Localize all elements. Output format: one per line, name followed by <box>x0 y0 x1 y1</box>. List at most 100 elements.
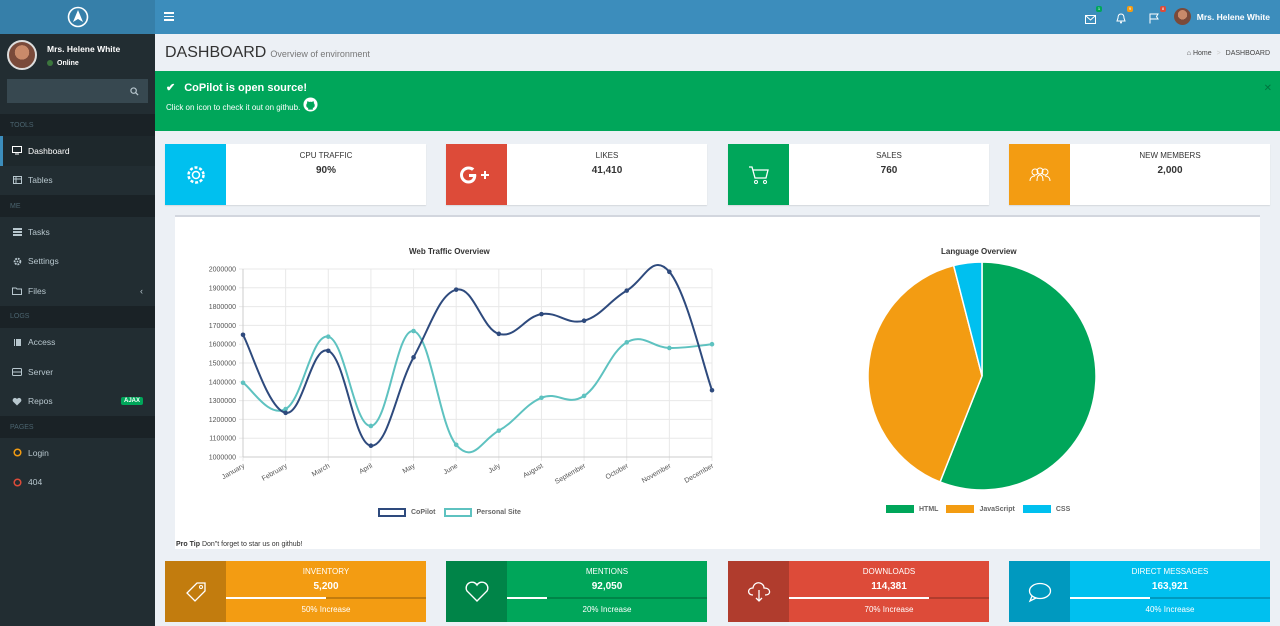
stat-box-description: 70% Increase <box>864 605 914 614</box>
page-subtitle: Overview of environment <box>270 49 370 59</box>
legend-swatch <box>443 508 472 517</box>
sidebar-item-login[interactable]: Login <box>0 438 155 468</box>
x-tick-label: October <box>605 462 631 481</box>
sidebar-item-dashboard[interactable]: Dashboard <box>0 136 155 166</box>
progress-fill <box>1070 597 1150 599</box>
server-icon <box>12 367 22 377</box>
progress-bar <box>226 597 426 599</box>
stat-box-title: MENTIONS <box>585 567 629 576</box>
chevron-left-icon[interactable]: ‹ <box>140 286 143 296</box>
legend-label: JavaScript <box>979 505 1015 513</box>
x-tick-label: September <box>554 462 588 486</box>
y-tick-label: 1100000 <box>209 436 236 443</box>
stat-box-title: INVENTORY <box>302 567 350 576</box>
gear-icon <box>165 144 226 205</box>
x-tick-label: November <box>641 462 673 485</box>
sidebar-item-server[interactable]: Server <box>0 357 155 387</box>
search-icon[interactable] <box>130 86 139 96</box>
x-tick-label: June <box>443 463 460 477</box>
sidebar: Mrs. Helene White Online TOOLS Dashboard… <box>0 0 155 626</box>
data-point <box>581 393 587 399</box>
sidebar-item-label: Tasks <box>28 226 50 237</box>
user-status: Online <box>47 60 120 67</box>
data-point <box>667 269 672 275</box>
sidebar-item-label: Access <box>28 337 56 348</box>
stat-box-description: 50% Increase <box>301 605 351 614</box>
sidebar-heading-tools: TOOLS <box>0 114 155 136</box>
tag-icon <box>165 561 226 622</box>
google-plus-icon <box>446 144 507 205</box>
messages-icon[interactable]: 1 <box>1085 6 1102 24</box>
y-tick-label: 1600000 <box>209 342 236 349</box>
pro-tip-text: Don"t forget to star us on github! <box>201 541 303 548</box>
ajax-badge: AJAX <box>120 397 143 406</box>
table-icon <box>12 175 22 185</box>
stat-box-inventory: INVENTORY 5,200 50% Increase <box>165 561 426 622</box>
breadcrumb: ⌂ Home > DASHBOARD <box>1187 50 1270 57</box>
data-point <box>581 318 587 323</box>
language-pie-chart <box>867 261 1097 491</box>
sidebar-item-label: Repos <box>28 396 53 407</box>
charts-panel: Web Traffic Overview 2000000 1900000 18000… <box>175 215 1260 549</box>
y-tick-label: 1400000 <box>209 379 236 386</box>
breadcrumb-home-link[interactable]: Home <box>1193 50 1212 57</box>
legend-label: CSS <box>1055 505 1071 513</box>
data-point <box>539 395 544 401</box>
y-tick-label: 1200000 <box>209 417 236 424</box>
bell-icon[interactable]: 9 <box>1116 6 1133 24</box>
data-point <box>453 442 459 448</box>
flag-icon[interactable]: 8 <box>1149 6 1166 24</box>
user-status-label: Online <box>57 59 79 67</box>
user-menu[interactable]: Mrs. Helene White <box>1173 8 1270 25</box>
info-box-value: 90% <box>315 165 336 176</box>
stat-box-description: 20% Increase <box>582 605 632 614</box>
home-icon: ⌂ <box>1186 50 1192 57</box>
stat-box-mentions: MENTIONS 92,050 20% Increase <box>446 561 707 622</box>
data-point <box>240 380 246 386</box>
messages-badge: 1 <box>1096 6 1102 12</box>
data-point <box>496 331 502 337</box>
data-point <box>325 334 331 339</box>
x-tick-label: August <box>522 463 544 480</box>
web-traffic-line-chart: 2000000 1900000 1800000 1700000 1600000 15000… <box>209 264 716 486</box>
x-tick-label: May <box>402 462 417 475</box>
stat-box-value: 92,050 <box>591 581 623 592</box>
close-icon[interactable]: ✕ <box>1264 83 1272 94</box>
stat-box-direct-messages: DIRECT MESSAGES 163,921 40% Increase <box>1009 561 1270 622</box>
github-icon[interactable] <box>303 97 318 112</box>
sidebar-item-settings[interactable]: Settings <box>0 247 155 277</box>
y-tick-label: 1000000 <box>209 455 236 462</box>
circle-icon <box>12 448 22 458</box>
stat-box-downloads: DOWNLOADS 114,381 70% Increase <box>728 561 989 622</box>
language-overview-title: Language Overview <box>941 247 1017 256</box>
progress-fill <box>226 597 326 599</box>
stat-box-title: DOWNLOADS <box>862 567 916 576</box>
sidebar-item-label: Tables <box>28 175 53 186</box>
cart-icon <box>728 144 789 205</box>
pro-tip-label: Pro Tip <box>176 541 200 548</box>
info-box-value: 2,000 <box>1157 165 1183 176</box>
sidebar-item-access[interactable]: Access <box>0 328 155 358</box>
logo[interactable] <box>0 0 155 34</box>
alert-title: CoPilot is open source! <box>184 81 308 94</box>
data-point <box>624 288 630 293</box>
book-icon <box>12 337 22 347</box>
stat-box-value: 5,200 <box>313 581 339 592</box>
series-line <box>242 264 713 447</box>
breadcrumb-current: DASHBOARD <box>1225 50 1270 57</box>
sidebar-item-repos[interactable]: Repos AJAX <box>0 387 155 417</box>
sidebar-item-tables[interactable]: Tables <box>0 166 155 196</box>
data-point <box>709 341 715 347</box>
alert-banner: ✔ CoPilot is open source! Click on icon t… <box>155 71 1280 131</box>
info-box-title: NEW MEMBERS <box>1139 151 1201 160</box>
sidebar-item-label: Login <box>28 447 49 458</box>
info-box-title: CPU TRAFFIC <box>299 151 353 160</box>
data-point <box>325 348 331 354</box>
sidebar-search[interactable] <box>7 79 148 103</box>
sidebar-item-tasks[interactable]: Tasks <box>0 217 155 247</box>
sidebar-toggle-icon[interactable] <box>164 12 174 23</box>
sidebar-item-files[interactable]: Files ‹ <box>0 276 155 306</box>
data-point <box>453 287 459 292</box>
sidebar-item-404[interactable]: 404 <box>0 468 155 498</box>
x-tick-label: April <box>358 462 374 475</box>
